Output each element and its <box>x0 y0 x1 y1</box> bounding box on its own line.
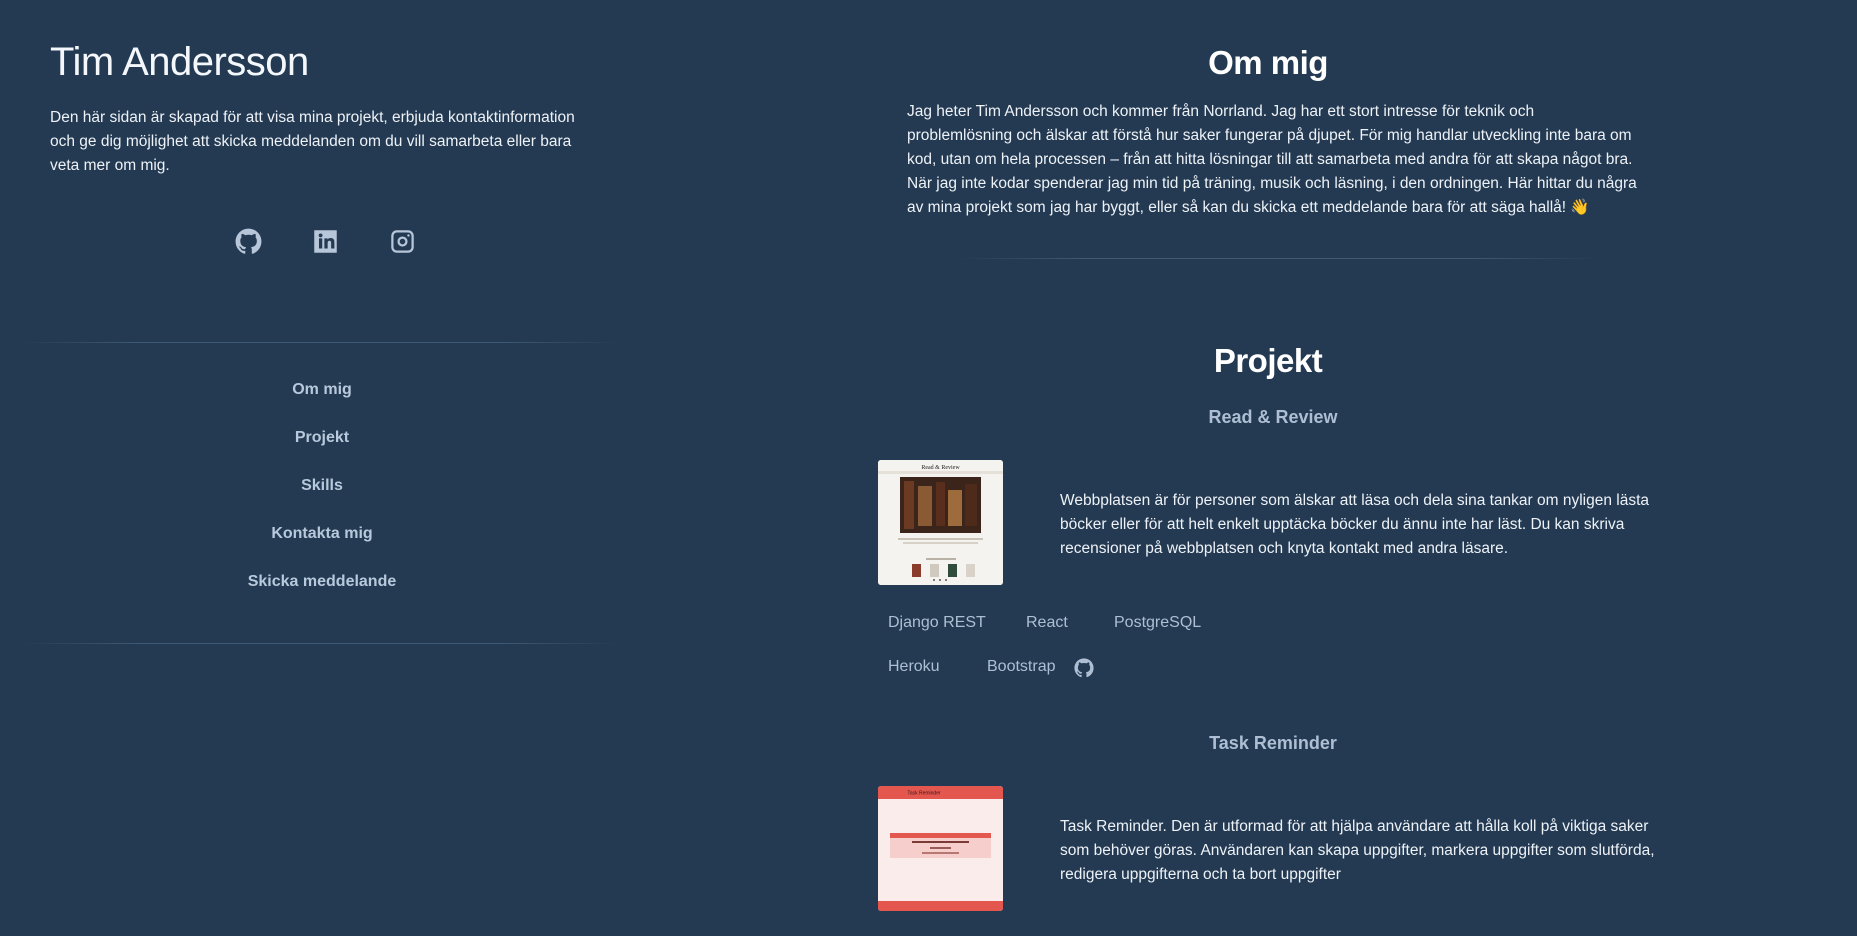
intro-text: Den här sidan är skapad för att visa min… <box>50 109 575 174</box>
nav-link-kontakta-mig[interactable]: Kontakta mig <box>271 522 372 570</box>
tech-tag: Bootstrap <box>987 658 1056 675</box>
site-owner-name: Tim Andersson <box>50 40 309 84</box>
linkedin-icon[interactable] <box>312 228 339 255</box>
project-description: Webbplatsen är för personer som älskar a… <box>1060 492 1650 557</box>
read-review-screenshot: Read & Review <box>878 460 1003 585</box>
projects-heading: Projekt <box>1213 342 1323 379</box>
main-content: Om mig Jag heter Tim Andersson och komme… <box>878 0 1778 936</box>
divider <box>20 342 620 343</box>
task-reminder-screenshot: Task Reminder <box>878 786 1003 911</box>
main-nav: Om mig Projekt Skills Kontakta mig Skick… <box>0 378 644 618</box>
nav-link-skicka-meddelande[interactable]: Skicka meddelande <box>248 570 397 618</box>
about-heading: Om mig <box>1208 44 1328 81</box>
thumbnail-title: Read & Review <box>921 465 960 471</box>
instagram-icon[interactable] <box>389 228 416 255</box>
about-text: Jag heter Tim Andersson och kommer från … <box>907 103 1637 216</box>
divider <box>958 258 1598 259</box>
tech-tag: PostgreSQL <box>1114 614 1202 631</box>
nav-link-om-mig[interactable]: Om mig <box>292 378 352 426</box>
nav-link-skills[interactable]: Skills <box>301 474 343 522</box>
tech-tag: Heroku <box>888 658 940 675</box>
social-links <box>235 228 416 255</box>
github-icon[interactable] <box>1074 658 1094 678</box>
project-title: Task Reminder <box>1209 733 1337 753</box>
divider <box>20 643 620 644</box>
project-description: Task Reminder. Den är utformad för att h… <box>1060 818 1655 883</box>
project-thumbnail[interactable]: Read & Review <box>878 460 1003 585</box>
project-title: Read & Review <box>1208 407 1338 427</box>
tech-tag: Django REST <box>888 614 986 631</box>
project-thumbnail[interactable]: Task Reminder <box>878 786 1003 911</box>
thumbnail-title: Task Reminder <box>907 791 941 797</box>
nav-link-projekt[interactable]: Projekt <box>295 426 349 474</box>
github-icon[interactable] <box>235 228 262 255</box>
sidebar: Tim Andersson Den här sidan är skapad fö… <box>0 0 644 936</box>
tech-tag: React <box>1026 614 1068 631</box>
